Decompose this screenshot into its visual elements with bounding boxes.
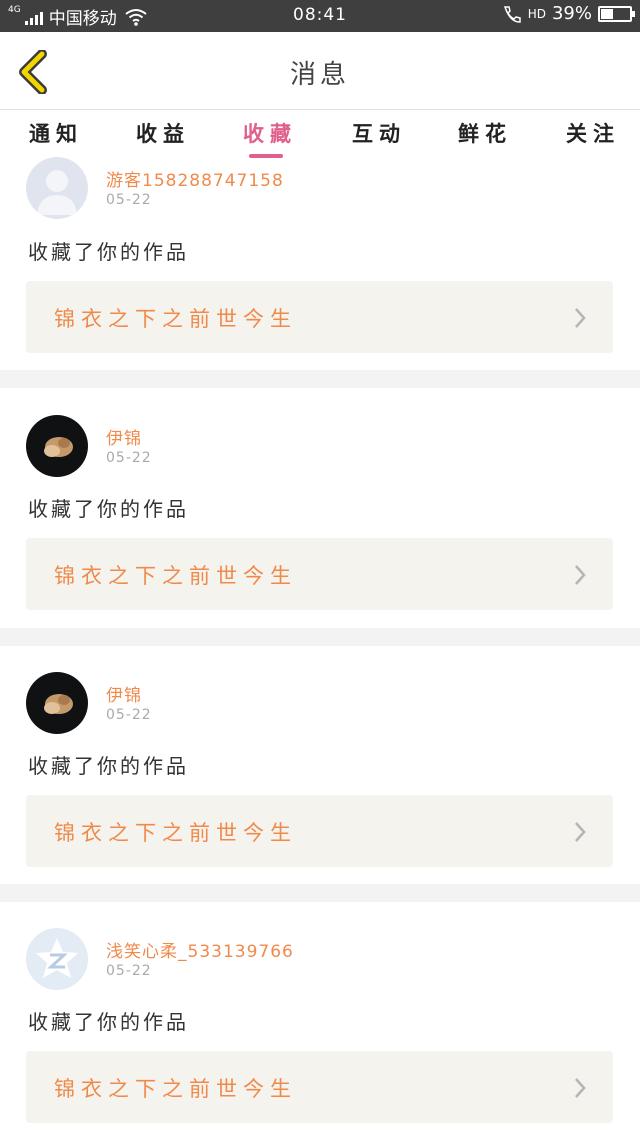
hd-label: HD bbox=[527, 6, 546, 21]
photo-avatar[interactable] bbox=[26, 415, 88, 477]
chevron-right-icon bbox=[575, 308, 586, 328]
work-title: 锦衣之下之前世今生 bbox=[54, 307, 297, 331]
work-link[interactable]: 锦衣之下之前世今生 bbox=[26, 281, 613, 353]
date: 05-22 bbox=[106, 963, 152, 979]
username[interactable]: 伊锦 bbox=[106, 681, 142, 706]
work-title: 锦衣之下之前世今生 bbox=[54, 1077, 297, 1101]
tab-favorites[interactable]: 收藏 bbox=[243, 118, 297, 148]
username[interactable]: 游客158288747158 bbox=[106, 166, 284, 191]
header: 消息 bbox=[0, 32, 640, 110]
tab-bar: 通知 收益 收藏 互动 鲜花 关注 bbox=[0, 110, 640, 162]
page-title: 消息 bbox=[289, 60, 350, 90]
divider bbox=[0, 884, 640, 902]
action-text: 收藏了你的作品 bbox=[28, 240, 189, 264]
action-text: 收藏了你的作品 bbox=[28, 1010, 189, 1034]
work-link[interactable]: 锦衣之下之前世今生 bbox=[26, 795, 613, 867]
chevron-right-icon bbox=[575, 565, 586, 585]
default-avatar-icon[interactable] bbox=[26, 157, 88, 219]
active-tab-indicator bbox=[249, 154, 283, 158]
list-item: 游客158288747158 05-22 收藏了你的作品 锦衣之下之前世今生 bbox=[0, 157, 640, 370]
work-title: 锦衣之下之前世今生 bbox=[54, 821, 297, 845]
call-hd-icon bbox=[503, 5, 521, 23]
tab-interactions[interactable]: 互动 bbox=[352, 118, 406, 148]
photo-avatar[interactable] bbox=[26, 672, 88, 734]
battery-percent: 39% bbox=[551, 3, 592, 24]
tab-following[interactable]: 关注 bbox=[566, 118, 620, 148]
list-item: 浅笑心柔_533139766 05-22 收藏了你的作品 锦衣之下之前世今生 bbox=[0, 902, 640, 1138]
list-item: 伊锦 05-22 收藏了你的作品 锦衣之下之前世今生 bbox=[0, 388, 640, 628]
divider bbox=[0, 370, 640, 388]
date: 05-22 bbox=[106, 707, 152, 723]
work-link[interactable]: 锦衣之下之前世今生 bbox=[26, 538, 613, 610]
tab-earnings[interactable]: 收益 bbox=[136, 118, 190, 148]
status-bar: 4G 中国移动 08:41 HD 39% bbox=[0, 0, 640, 32]
date: 05-22 bbox=[106, 192, 152, 208]
tab-flowers[interactable]: 鲜花 bbox=[458, 118, 512, 148]
qzone-avatar-icon[interactable] bbox=[26, 928, 88, 990]
username[interactable]: 伊锦 bbox=[106, 424, 142, 449]
work-title: 锦衣之下之前世今生 bbox=[54, 564, 297, 588]
chevron-right-icon bbox=[575, 1078, 586, 1098]
divider bbox=[0, 628, 640, 646]
username[interactable]: 浅笑心柔_533139766 bbox=[106, 937, 294, 962]
tab-notifications[interactable]: 通知 bbox=[29, 118, 83, 148]
chevron-right-icon bbox=[575, 822, 586, 842]
date: 05-22 bbox=[106, 450, 152, 466]
action-text: 收藏了你的作品 bbox=[28, 754, 189, 778]
battery-level bbox=[601, 8, 613, 19]
work-link[interactable]: 锦衣之下之前世今生 bbox=[26, 1051, 613, 1123]
action-text: 收藏了你的作品 bbox=[28, 497, 189, 521]
battery-icon bbox=[598, 5, 635, 22]
list-item: 伊锦 05-22 收藏了你的作品 锦衣之下之前世今生 bbox=[0, 646, 640, 884]
